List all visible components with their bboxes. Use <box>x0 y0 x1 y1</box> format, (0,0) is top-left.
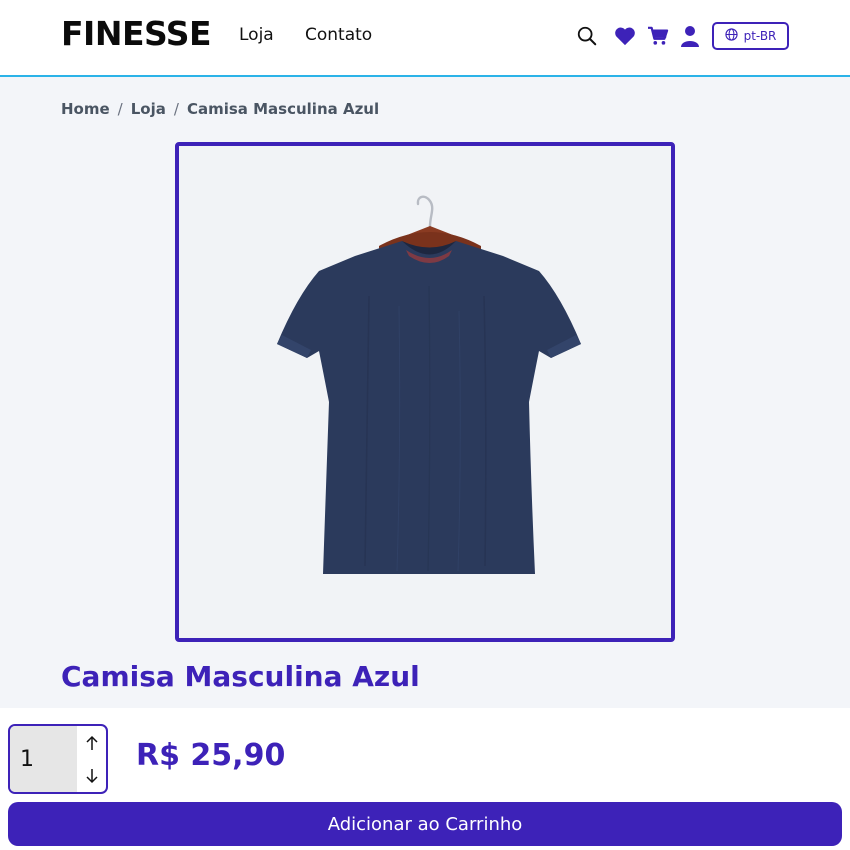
breadcrumb-separator: / <box>173 100 179 118</box>
arrow-up-icon[interactable] <box>77 726 106 759</box>
breadcrumb-home[interactable]: Home <box>61 100 110 118</box>
breadcrumb-separator: / <box>117 100 123 118</box>
quantity-input[interactable]: 1 <box>10 726 77 792</box>
product-price: R$ 25,90 <box>136 738 286 773</box>
arrow-down-icon[interactable] <box>77 759 106 792</box>
site-header: FINESSE Loja Contato pt-BR <box>0 0 850 77</box>
logo[interactable]: FINESSE <box>61 14 212 53</box>
language-selector[interactable]: pt-BR <box>712 22 789 50</box>
language-label: pt-BR <box>743 29 777 43</box>
quantity-arrows <box>77 726 106 792</box>
shirt-image <box>277 195 581 574</box>
breadcrumb-loja[interactable]: Loja <box>131 100 166 118</box>
nav-link-loja[interactable]: Loja <box>239 25 274 45</box>
product-image[interactable] <box>175 142 675 642</box>
purchase-bar: 1 R$ 25,90 Adicionar ao Carrinho <box>0 708 850 850</box>
quantity-stepper[interactable]: 1 <box>8 724 108 794</box>
nav-link-contato[interactable]: Contato <box>305 25 372 45</box>
heart-icon[interactable] <box>613 24 637 48</box>
add-to-cart-button[interactable]: Adicionar ao Carrinho <box>8 802 842 846</box>
cart-icon[interactable] <box>646 24 670 48</box>
breadcrumb: Home / Loja / Camisa Masculina Azul <box>61 100 379 118</box>
globe-icon <box>724 28 738 44</box>
user-icon[interactable] <box>678 24 702 48</box>
product-title: Camisa Masculina Azul <box>61 660 420 693</box>
search-icon[interactable] <box>575 24 599 48</box>
breadcrumb-current: Camisa Masculina Azul <box>186 100 380 118</box>
